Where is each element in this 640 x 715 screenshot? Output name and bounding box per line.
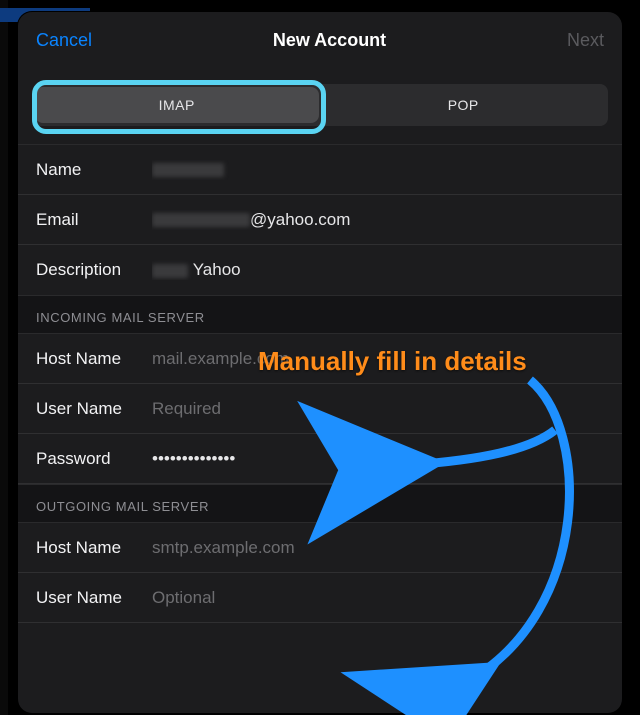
row-description[interactable]: Description Yahoo bbox=[18, 245, 622, 295]
outgoing-group: Host Name smtp.example.com User Name Opt… bbox=[18, 522, 622, 623]
incoming-password-field[interactable]: •••••••••••••• bbox=[152, 449, 604, 469]
row-name[interactable]: Name bbox=[18, 145, 622, 195]
outgoing-header: OUTGOING MAIL SERVER bbox=[18, 485, 622, 522]
incoming-host-label: Host Name bbox=[36, 349, 152, 369]
page-title: New Account bbox=[273, 30, 386, 51]
name-label: Name bbox=[36, 160, 152, 180]
tab-pop[interactable]: POP bbox=[322, 87, 606, 123]
description-field[interactable]: Yahoo bbox=[152, 260, 604, 280]
row-outgoing-user[interactable]: User Name Optional bbox=[18, 573, 622, 623]
protocol-segmented-wrap: IMAP POP bbox=[18, 68, 622, 144]
incoming-user-label: User Name bbox=[36, 399, 152, 419]
cancel-button[interactable]: Cancel bbox=[36, 30, 92, 51]
name-field[interactable] bbox=[152, 160, 604, 180]
email-label: Email bbox=[36, 210, 152, 230]
account-info-group: Name Email @yahoo.com Description Yahoo bbox=[18, 144, 622, 296]
background bbox=[0, 0, 8, 715]
outgoing-user-label: User Name bbox=[36, 588, 152, 608]
protocol-segmented: IMAP POP bbox=[32, 84, 608, 126]
modal-header: Cancel New Account Next bbox=[18, 12, 622, 68]
incoming-group: Host Name mail.example.com User Name Req… bbox=[18, 333, 622, 485]
outgoing-host-field[interactable]: smtp.example.com bbox=[152, 538, 604, 558]
row-incoming-password[interactable]: Password •••••••••••••• bbox=[18, 434, 622, 484]
new-account-modal: Cancel New Account Next IMAP POP Name Em… bbox=[18, 12, 622, 713]
incoming-password-label: Password bbox=[36, 449, 152, 469]
row-incoming-user[interactable]: User Name Required bbox=[18, 384, 622, 434]
outgoing-host-label: Host Name bbox=[36, 538, 152, 558]
next-button[interactable]: Next bbox=[567, 30, 604, 51]
outgoing-user-field[interactable]: Optional bbox=[152, 588, 604, 608]
description-label: Description bbox=[36, 260, 152, 280]
row-outgoing-host[interactable]: Host Name smtp.example.com bbox=[18, 523, 622, 573]
tab-imap[interactable]: IMAP bbox=[35, 87, 319, 123]
row-incoming-host[interactable]: Host Name mail.example.com bbox=[18, 334, 622, 384]
incoming-user-field[interactable]: Required bbox=[152, 399, 604, 419]
row-email[interactable]: Email @yahoo.com bbox=[18, 195, 622, 245]
incoming-host-field[interactable]: mail.example.com bbox=[152, 349, 604, 369]
email-field[interactable]: @yahoo.com bbox=[152, 210, 604, 230]
incoming-header: INCOMING MAIL SERVER bbox=[18, 296, 622, 333]
